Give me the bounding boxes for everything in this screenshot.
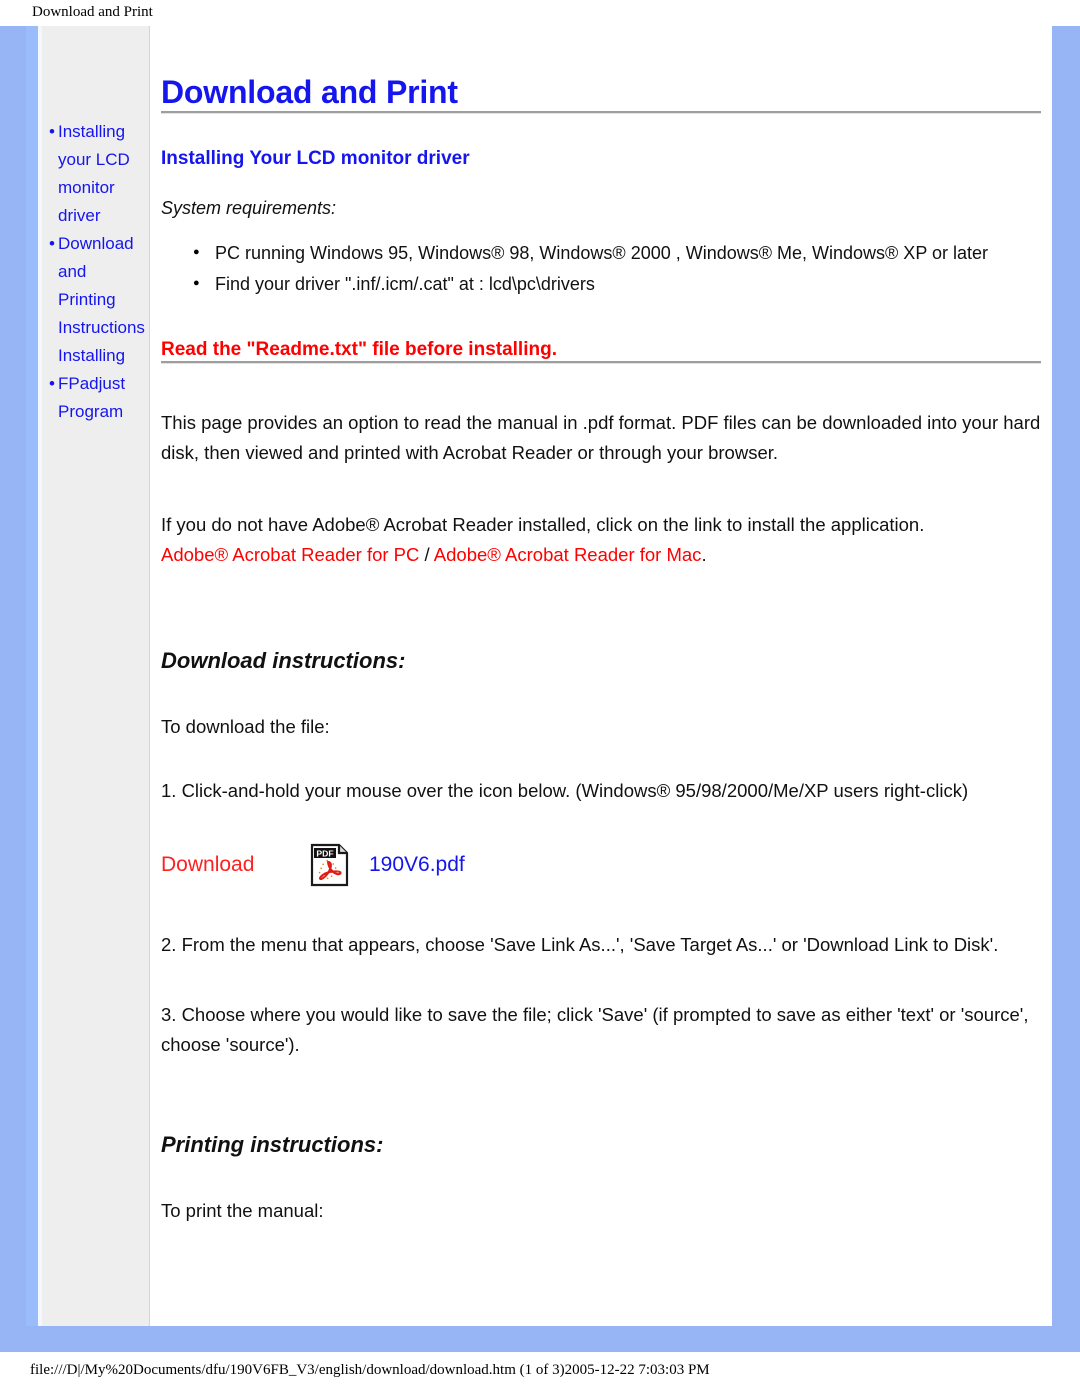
acrobat-reader-pc-link[interactable]: Adobe® Acrobat Reader for PC <box>161 544 419 565</box>
sidebar-item-label: Installing your LCD monitor driver <box>58 122 130 225</box>
sidebar-nav-list: • Installing your LCD monitor driver • D… <box>42 118 150 426</box>
pdf-file-icon[interactable]: PDF <box>309 842 351 888</box>
print-header-title: Download and Print <box>32 4 153 20</box>
sidebar-item-fpadjust-program[interactable]: • FPadjust Program <box>42 370 150 426</box>
download-step-2: 2. From the menu that appears, choose 'S… <box>161 934 999 955</box>
frame-inner-strip <box>26 26 38 1326</box>
content-sheet: • Installing your LCD monitor driver • D… <box>42 26 1052 1326</box>
acrobat-paragraph-text: If you do not have Adobe® Acrobat Reader… <box>161 514 925 535</box>
sidebar-item-label: Download and Printing Instructions Insta… <box>58 234 145 365</box>
bullet-icon: • <box>49 234 55 253</box>
acrobat-paragraph: If you do not have Adobe® Acrobat Reader… <box>161 468 1041 570</box>
intro-paragraph: This page provides an option to read the… <box>161 412 1041 463</box>
section-title-installing-driver: Installing Your LCD monitor driver <box>161 148 470 169</box>
sidebar-item-label: FPadjust Program <box>58 374 126 421</box>
sidebar-item-installing-driver[interactable]: • Installing your LCD monitor driver <box>42 118 150 230</box>
acrobat-link-separator: / <box>419 544 434 565</box>
sidebar-nav: • Installing your LCD monitor driver • D… <box>42 26 150 1326</box>
printing-instructions-title: Printing instructions: <box>161 1132 384 1157</box>
download-link[interactable]: Download <box>161 853 309 877</box>
browser-print-footer: file:///D|/My%20Documents/dfu/190V6FB_V3… <box>0 1352 1080 1397</box>
to-download-label: To download the file: <box>161 716 330 737</box>
bullet-icon: • <box>49 374 55 393</box>
download-step-1: 1. Click-and-hold your mouse over the ic… <box>161 780 969 801</box>
system-requirements-label: System requirements: <box>161 198 337 218</box>
download-file-row: Download PDF 190V6.pdf <box>161 806 1041 888</box>
list-item: Find your driver ".inf/.icm/.cat" at : l… <box>193 271 1041 297</box>
readme-warning-text: Read the "Readme.txt" file before instal… <box>161 339 557 360</box>
browser-print-header: Download and Print <box>0 0 1080 26</box>
acrobat-reader-mac-link[interactable]: Adobe® Acrobat Reader for Mac <box>434 544 702 565</box>
pdf-filename-link[interactable]: 190V6.pdf <box>369 853 465 877</box>
list-item: PC running Windows 95, Windows® 98, Wind… <box>193 240 1041 266</box>
main-content-inner: Download and Print Installing Your LCD m… <box>161 26 1041 1226</box>
acrobat-link-period: . <box>701 544 707 565</box>
sidebar-item-download-printing[interactable]: • Download and Printing Instructions Ins… <box>42 230 150 370</box>
footer-file-path: file:///D|/My%20Documents/dfu/190V6FB_V3… <box>30 1362 710 1378</box>
page-frame: • Installing your LCD monitor driver • D… <box>0 26 1080 1352</box>
download-step-3: 3. Choose where you would like to save t… <box>161 1004 1029 1055</box>
pdf-badge-label: PDF <box>316 848 333 858</box>
bullet-icon: • <box>49 122 55 141</box>
download-instructions-title: Download instructions: <box>161 648 406 673</box>
system-requirements-list: PC running Windows 95, Windows® 98, Wind… <box>161 240 1041 297</box>
to-print-label: To print the manual: <box>161 1200 324 1221</box>
main-content: Download and Print Installing Your LCD m… <box>151 26 1052 1326</box>
page-title: Download and Print <box>161 74 458 110</box>
